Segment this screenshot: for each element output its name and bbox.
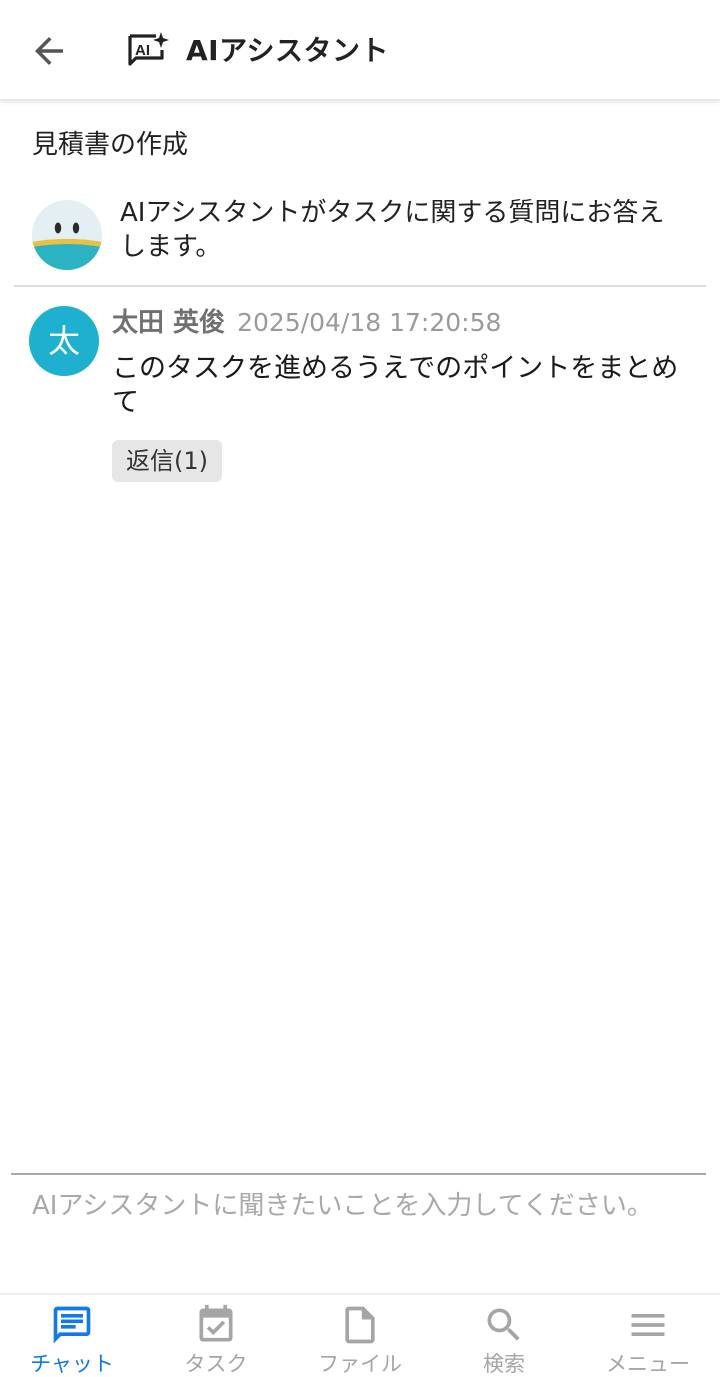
divider (14, 285, 706, 287)
arrow-left-icon[interactable] (28, 30, 70, 72)
page-title: AIアシスタント (186, 34, 389, 67)
ai-bot-avatar (32, 200, 102, 270)
tab-task[interactable]: タスク (144, 1295, 288, 1376)
message-header: 太田 英俊 2025/04/18 17:20:58 (112, 304, 501, 345)
task-title: 見積書の作成 (32, 130, 189, 160)
avatar[interactable]: 太 (29, 306, 99, 376)
reply-button[interactable]: 返信(1) (112, 440, 222, 482)
ai-sparkle-chat-icon: AI (128, 32, 169, 66)
tab-file[interactable]: ファイル (288, 1295, 432, 1376)
tab-menu-label: メニュー (606, 1352, 690, 1376)
app-header: AI AIアシスタント (0, 0, 720, 100)
composer-divider (11, 1173, 706, 1175)
message-body: このタスクを進めるうえでのポイントをまとめて (112, 353, 679, 418)
search-icon (487, 1308, 520, 1341)
message-input[interactable] (32, 1188, 662, 1268)
tab-task-label: タスク (184, 1352, 248, 1376)
bottom-tab-bar: チャット タスク ファイル 検索 メニュー (0, 1293, 720, 1376)
svg-text:AI: AI (135, 42, 150, 59)
ai-intro-text: AIアシスタントがタスクに関する質問にお答えします。 (120, 198, 665, 262)
tab-file-label: ファイル (318, 1352, 402, 1376)
menu-icon (631, 1314, 665, 1336)
tab-chat[interactable]: チャット (0, 1295, 144, 1376)
file-icon (345, 1306, 375, 1344)
chat-icon (53, 1306, 91, 1344)
tab-chat-label: チャット (30, 1352, 114, 1376)
tab-menu[interactable]: メニュー (576, 1295, 720, 1376)
tab-search[interactable]: 検索 (432, 1295, 576, 1376)
task-calendar-icon (199, 1304, 233, 1342)
message-author: 太田 英俊 (112, 308, 226, 338)
ai-bot-face-icon (32, 200, 102, 270)
tab-search-label: 検索 (483, 1352, 525, 1376)
ai-intro-message: AIアシスタントがタスクに関する質問にお答えします。 (0, 196, 720, 284)
message-timestamp: 2025/04/18 17:20:58 (237, 308, 502, 337)
